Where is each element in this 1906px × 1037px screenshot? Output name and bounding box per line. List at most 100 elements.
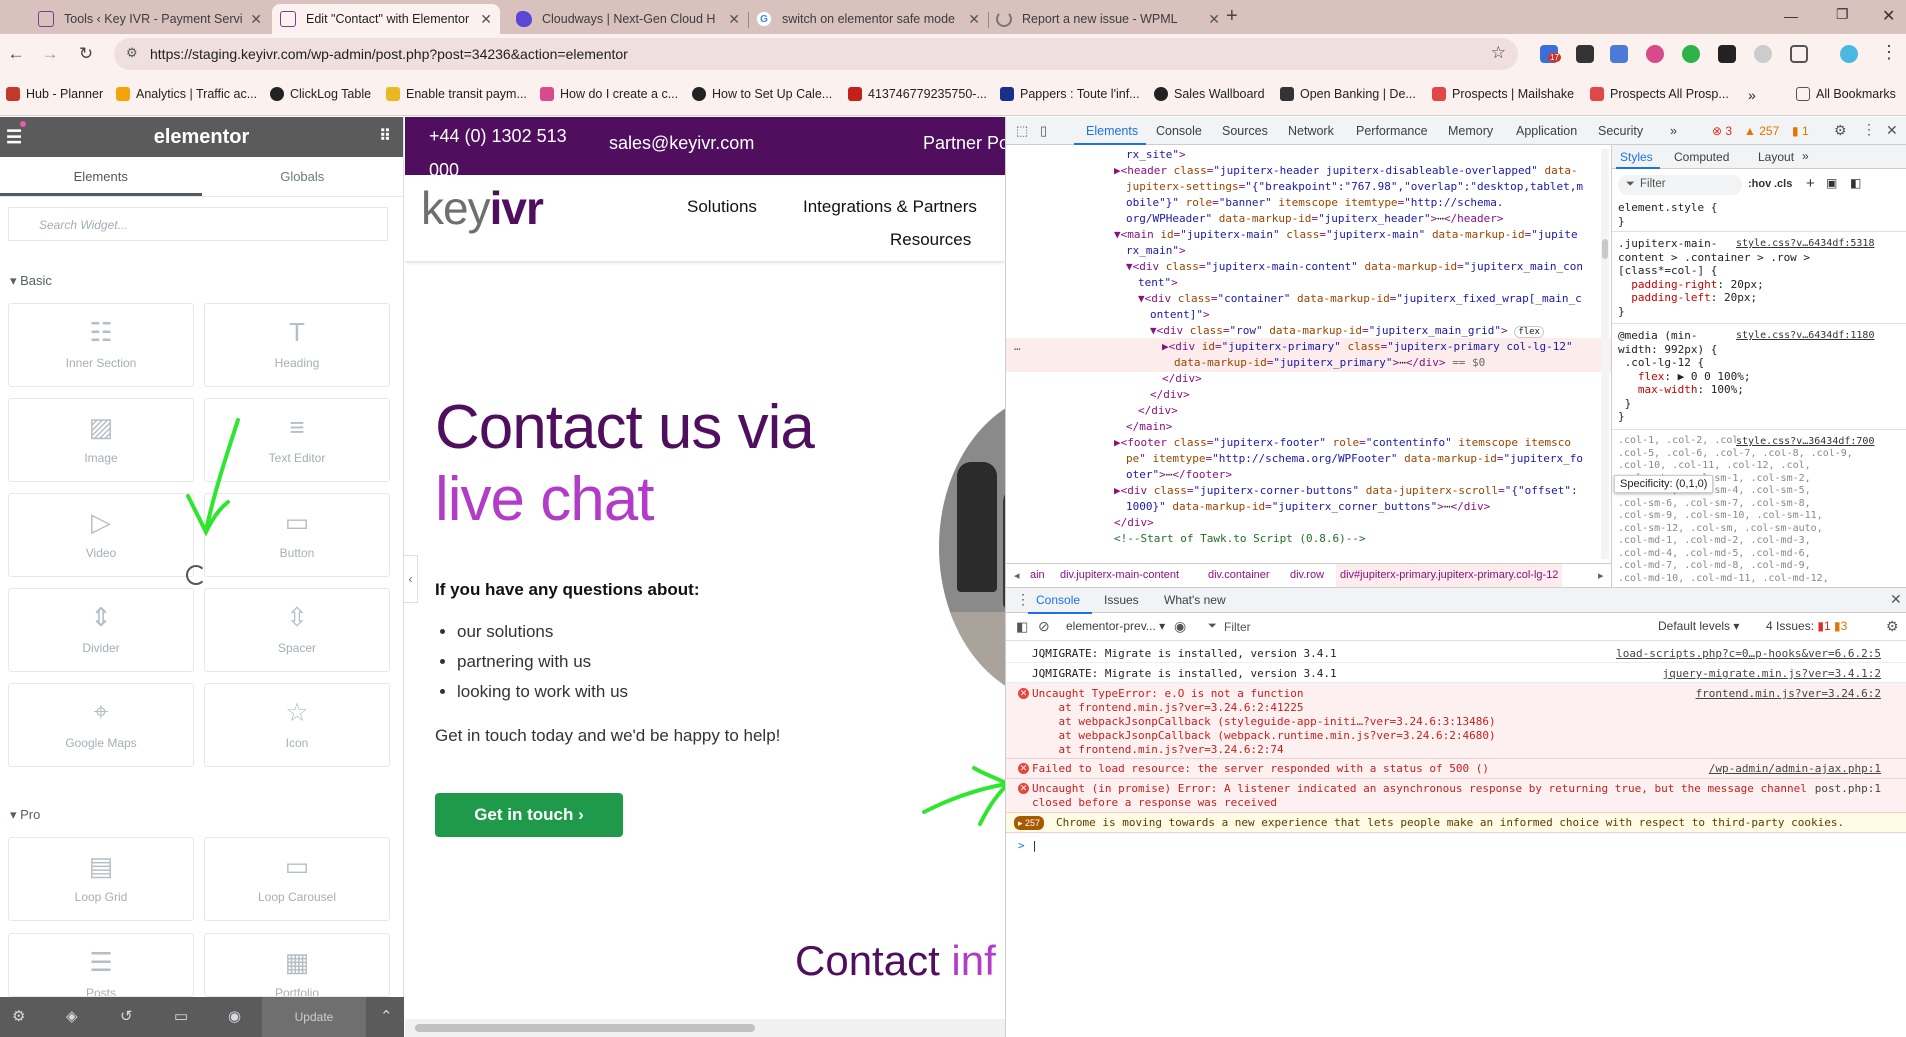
tab-edit-contact[interactable]: Edit "Contact" with Elementor ✕ — [272, 4, 500, 34]
all-bookmarks-button[interactable]: All Bookmarks — [1796, 87, 1896, 101]
scroll-left-icon[interactable]: ◂ — [1014, 569, 1020, 582]
console-error[interactable]: ✕ Failed to load resource: the server res… — [1006, 759, 1906, 779]
dom-line[interactable]: </div> — [1138, 403, 1178, 420]
bookmark-item[interactable]: Prospects | Mailshake — [1432, 87, 1574, 101]
console-prompt[interactable]: > | — [1006, 835, 1906, 855]
extension-icon[interactable] — [1576, 45, 1594, 63]
more-tabs-button[interactable]: » — [1802, 149, 1809, 163]
close-icon[interactable]: ✕ — [480, 11, 492, 28]
bookmark-item[interactable]: Enable transit paym... — [386, 87, 527, 101]
tab-network[interactable]: Network — [1288, 124, 1334, 138]
inspect-icon[interactable]: ⬚ — [1016, 123, 1028, 139]
dom-line[interactable]: ▶<header class="jupiterx-header jupiterx… — [1114, 163, 1578, 180]
close-window-icon[interactable]: ✕ — [1882, 6, 1895, 26]
close-devtools-icon[interactable]: ✕ — [1886, 122, 1898, 139]
dom-tree[interactable]: rx_site"> ▶<header class="jupiterx-heade… — [1006, 145, 1611, 587]
widget-image[interactable]: ▨ Image — [8, 398, 194, 482]
dom-scrollbar[interactable] — [1601, 149, 1609, 559]
cls-toggle[interactable]: .cls — [1774, 178, 1792, 190]
extension-icon[interactable] — [1754, 45, 1772, 63]
history-icon[interactable]: ↺ — [120, 1007, 133, 1025]
responsive-icon[interactable]: ▭ — [174, 1007, 188, 1025]
styles-filter-input[interactable]: Filter — [1618, 175, 1742, 195]
close-icon[interactable]: ✕ — [1208, 11, 1220, 28]
drawer-menu-icon[interactable]: ⋮ — [1016, 591, 1030, 608]
widget-spacer[interactable]: ⇳ Spacer — [204, 588, 390, 672]
dom-line[interactable]: ▼<div class="jupiterx-main-content" data… — [1126, 259, 1583, 276]
dom-line[interactable]: pe" itemtype="http://schema.org/WPFooter… — [1126, 451, 1583, 468]
tab-tools[interactable]: Tools ‹ Key IVR - Payment Servic ✕ — [30, 4, 270, 34]
css-source-link[interactable]: style.css?v…36434df:700 — [1736, 435, 1875, 449]
css-source-link[interactable]: style.css?v…6434df:5318 — [1736, 237, 1874, 251]
tab-elements[interactable]: Elements — [0, 157, 202, 196]
widget-google-maps[interactable]: ⌖ Google Maps — [8, 683, 194, 767]
console-error[interactable]: ✕ Uncaught (in promise) Error: A listener… — [1006, 779, 1906, 813]
address-bar[interactable]: ⚙ https://staging.keyivr.com/wp-admin/po… — [114, 38, 1518, 70]
extension-icon[interactable] — [1682, 45, 1700, 63]
navigator-icon[interactable]: ◈ — [66, 1007, 78, 1025]
issues-count[interactable]: ▮ 1 — [1792, 124, 1809, 138]
update-button[interactable]: Update — [262, 997, 366, 1037]
dom-line[interactable]: ▶<footer class="jupiterx-footer" role="c… — [1114, 435, 1571, 452]
dom-line[interactable]: org/WPHeader" data-markup-id="jupiterx_h… — [1126, 211, 1504, 228]
tab-sources[interactable]: Sources — [1222, 124, 1268, 138]
section-basic[interactable]: ▾ Basic — [10, 273, 52, 289]
back-icon[interactable]: ← — [4, 42, 28, 66]
dom-line[interactable]: ▼<div class="container" data-markup-id="… — [1138, 291, 1582, 308]
tab-globals[interactable]: Globals — [202, 157, 404, 196]
dom-line[interactable]: rx_main"> — [1126, 243, 1186, 260]
avatar[interactable] — [1840, 45, 1858, 63]
tab-computed[interactable]: Computed — [1674, 150, 1729, 164]
more-tabs-button[interactable]: » — [1670, 124, 1677, 138]
dom-line[interactable]: 1000}" data-markup-id="jupiterx_corner_b… — [1126, 499, 1490, 516]
dom-line[interactable]: ▼<main id="jupiterx-main" class="jupiter… — [1114, 227, 1578, 244]
breadcrumb-item[interactable]: div.jupiterx-main-content — [1060, 569, 1179, 581]
console-settings-icon[interactable]: ⚙ — [1886, 618, 1899, 635]
breadcrumb-item[interactable]: ain — [1030, 569, 1045, 581]
color-format-icon[interactable]: ▣ — [1826, 176, 1837, 190]
kebab-menu-icon[interactable]: ⋮ — [1862, 121, 1876, 138]
site-info-icon[interactable]: ⚙ — [126, 45, 138, 61]
tab-cloudways[interactable]: Cloudways | Next-Gen Cloud H ✕ — [508, 4, 748, 34]
widget-posts[interactable]: ☰ Posts — [8, 933, 194, 997]
tab-google-search[interactable]: G switch on elementor safe mode ✕ — [748, 4, 988, 34]
breadcrumb-item[interactable]: div.row — [1290, 569, 1324, 581]
scroll-right-icon[interactable]: ▸ — [1598, 569, 1604, 582]
console-message[interactable]: JQMIGRATE: Migrate is installed, version… — [1006, 643, 1906, 663]
bookmark-item[interactable]: Hub - Planner — [6, 87, 103, 101]
dom-line[interactable]: oter">⋯</footer> — [1126, 467, 1232, 484]
toggle-sidebar-icon[interactable]: ◧ — [1850, 176, 1861, 190]
bookmark-star-icon[interactable]: ☆ — [1491, 43, 1506, 63]
dom-line[interactable]: ontent]"> — [1150, 307, 1210, 324]
collapse-panel-handle[interactable]: ‹ — [404, 555, 418, 603]
dom-line[interactable]: tent"> — [1138, 275, 1178, 292]
bookmark-item[interactable]: How to Set Up Cale... — [692, 87, 832, 101]
clear-console-icon[interactable]: ⊘ — [1038, 618, 1050, 635]
tab-whats-new[interactable]: What's new — [1164, 593, 1226, 607]
tab-memory[interactable]: Memory — [1448, 124, 1493, 138]
extension-icon[interactable] — [1646, 45, 1664, 63]
hov-toggle[interactable]: :hov — [1748, 178, 1771, 190]
forward-icon[interactable]: → — [38, 42, 62, 66]
breadcrumb-item-active[interactable]: div#jupiterx-primary.jupiterx-primary.co… — [1336, 564, 1563, 587]
tab-issues[interactable]: Issues — [1104, 593, 1139, 607]
add-rule-icon[interactable]: + — [1806, 175, 1815, 192]
settings-icon[interactable]: ⚙ — [12, 1007, 25, 1025]
console-error[interactable]: ✕ Uncaught TypeError: e.O is not a functi… — [1006, 683, 1906, 759]
extension-icon[interactable] — [1718, 45, 1736, 63]
close-icon[interactable]: ✕ — [250, 11, 262, 28]
extension-icon[interactable] — [1610, 45, 1628, 63]
grid-icon[interactable]: ⠿ — [379, 126, 391, 146]
widget-heading[interactable]: T Heading — [204, 303, 390, 387]
bookmark-item[interactable]: 413746779235750-... — [848, 87, 987, 101]
dom-line[interactable]: data-markup-id="jupiterx_primary">⋯</div… — [1174, 355, 1485, 372]
dom-line[interactable]: <!--Start of Tawk.to Script (0.8.6)--> — [1114, 531, 1366, 548]
widget-loop-grid[interactable]: ▤ Loop Grid — [8, 837, 194, 921]
bookmark-item[interactable]: Analytics | Traffic ac... — [116, 87, 257, 101]
minimize-icon[interactable]: — — [1784, 8, 1798, 24]
chevron-up-icon[interactable]: ⌃ — [380, 1007, 393, 1025]
bookmark-item[interactable]: ClickLog Table — [270, 87, 371, 101]
bookmark-item[interactable]: How do I create a c... — [540, 87, 678, 101]
error-count[interactable]: ⊗ 3 — [1712, 124, 1732, 138]
extension-badge-icon[interactable]: 17 — [1540, 45, 1561, 63]
